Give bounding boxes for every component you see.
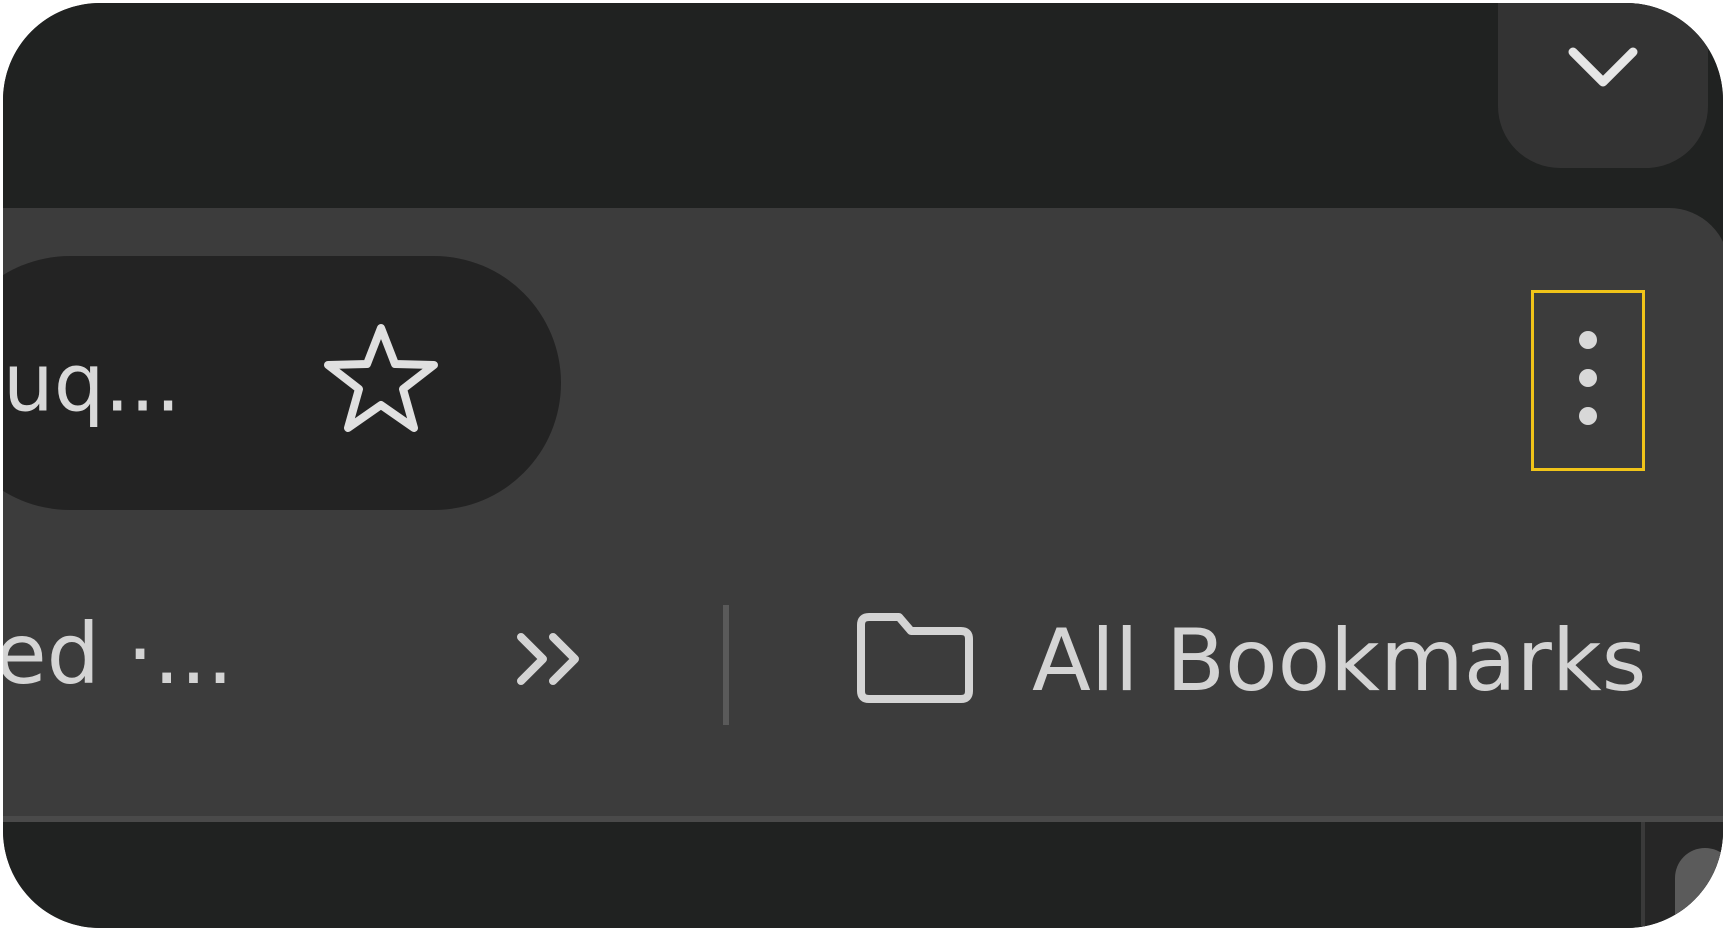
more-vertical-icon <box>1576 328 1600 433</box>
address-bar-url: uq... <box>3 336 181 430</box>
folder-icon <box>853 609 977 712</box>
address-bar[interactable]: uq... <box>3 256 561 510</box>
all-bookmarks-label: All Bookmarks <box>1032 610 1647 711</box>
bookmarks-bar: ed ·... All Bookmarks <box>3 593 1723 728</box>
chevron-down-icon <box>1567 47 1639 97</box>
bookmark-star-button[interactable] <box>318 318 443 443</box>
page-content <box>3 822 1723 928</box>
double-chevron-right-icon <box>513 629 593 694</box>
bookmarks-divider <box>723 605 729 725</box>
all-bookmarks-button[interactable]: All Bookmarks <box>853 593 1646 728</box>
tab-search-button[interactable] <box>1498 3 1708 168</box>
scrollbar[interactable] <box>1641 822 1723 928</box>
bookmarks-overflow-button[interactable] <box>513 621 593 701</box>
star-icon <box>322 322 440 439</box>
browser-menu-button[interactable] <box>1531 290 1645 471</box>
browser-window: uq... ed ·... All Bookmarks <box>0 0 1726 931</box>
tab-strip <box>3 3 1723 208</box>
scrollbar-thumb[interactable] <box>1675 848 1723 928</box>
toolbar: uq... ed ·... All Bookmarks <box>3 208 1723 818</box>
bookmark-item[interactable]: ed ·... <box>3 605 234 703</box>
